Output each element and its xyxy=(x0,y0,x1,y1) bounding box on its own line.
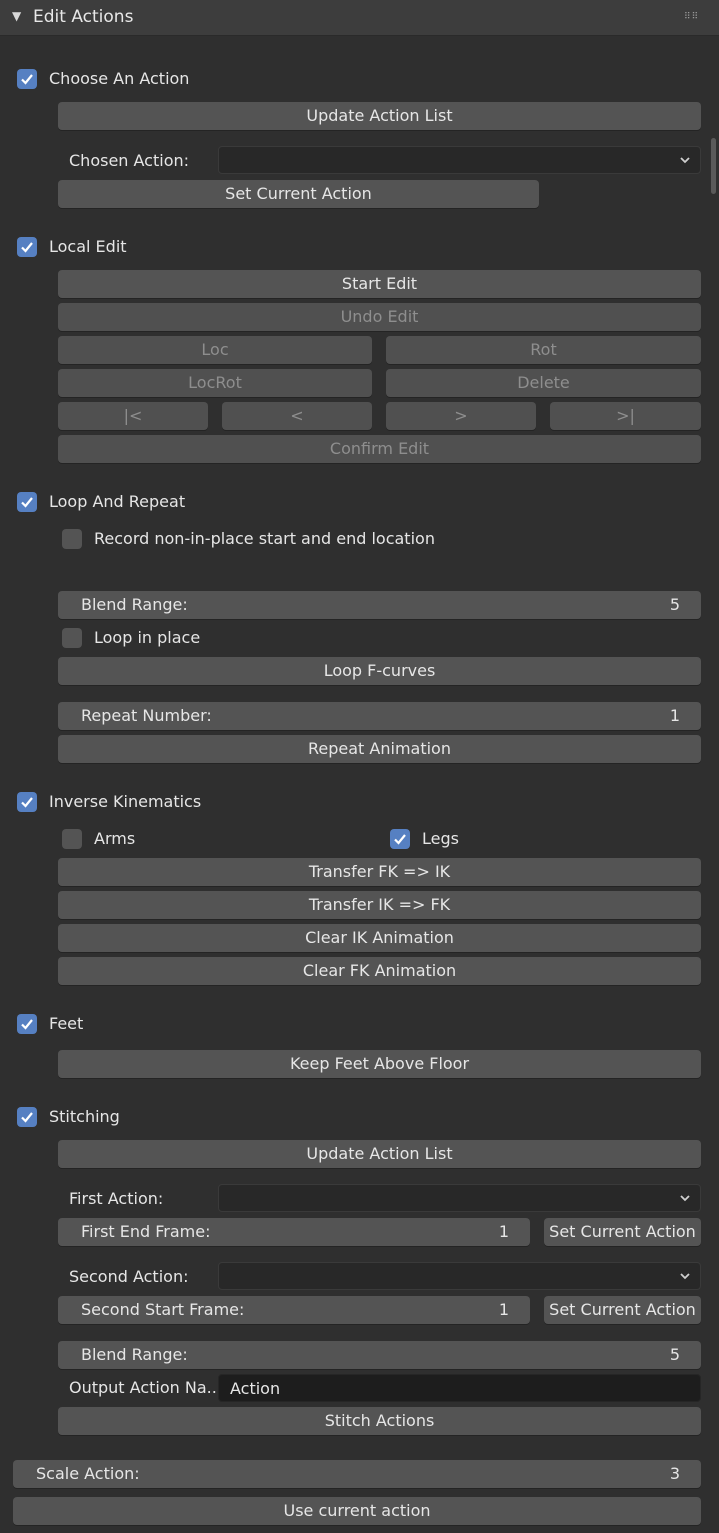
drag-grip-icon[interactable]: ⠿⠿ xyxy=(684,12,699,22)
loop-fcurves-button[interactable]: Loop F-curves xyxy=(58,657,701,685)
choose-action-label: Choose An Action xyxy=(49,69,190,88)
checkmark-icon xyxy=(21,1019,33,1030)
start-edit-button[interactable]: Start Edit xyxy=(58,270,701,298)
panel-title: Edit Actions xyxy=(33,7,134,27)
rot-button[interactable]: Rot xyxy=(386,336,701,364)
next-frame-button[interactable]: > xyxy=(386,402,536,430)
second-start-frame-value: 1 xyxy=(498,1300,509,1319)
use-current-action-button[interactable]: Use current action xyxy=(13,1497,701,1525)
scale-action-label: Scale Action: xyxy=(36,1464,140,1483)
blend-range-value: 5 xyxy=(669,595,680,614)
panel-header[interactable]: ▼ Edit Actions ⠿⠿ xyxy=(0,0,719,36)
locrot-button[interactable]: LocRot xyxy=(58,369,372,397)
loop-repeat-label: Loop And Repeat xyxy=(49,492,186,511)
ik-label: Inverse Kinematics xyxy=(49,792,202,811)
confirm-edit-button[interactable]: Confirm Edit xyxy=(58,435,701,463)
stitch-blend-range-field[interactable]: Blend Range: 5 xyxy=(58,1341,701,1369)
chevron-down-icon xyxy=(680,1195,690,1202)
second-start-frame-label: Second Start Frame: xyxy=(81,1300,245,1319)
ik-checkbox[interactable] xyxy=(17,792,37,812)
set-first-current-action-button[interactable]: Set Current Action xyxy=(544,1218,701,1246)
checkmark-icon xyxy=(21,242,33,253)
stitch-blend-range-label: Blend Range: xyxy=(81,1345,188,1364)
local-edit-label: Local Edit xyxy=(49,237,127,256)
checkmark-icon xyxy=(21,497,33,508)
second-action-select[interactable] xyxy=(218,1262,701,1290)
checkmark-icon xyxy=(21,1112,33,1123)
arms-checkbox[interactable] xyxy=(62,829,82,849)
checkmark-icon xyxy=(21,74,33,85)
scrollbar-thumb[interactable] xyxy=(711,138,716,194)
last-frame-button[interactable]: >| xyxy=(550,402,701,430)
transfer-fk-to-ik-button[interactable]: Transfer FK => IK xyxy=(58,858,701,886)
blend-range-field[interactable]: Blend Range: 5 xyxy=(58,591,701,619)
repeat-number-field[interactable]: Repeat Number: 1 xyxy=(58,702,701,730)
chosen-action-label: Chosen Action: xyxy=(69,151,190,170)
chosen-action-select[interactable] xyxy=(218,146,701,174)
undo-edit-button[interactable]: Undo Edit xyxy=(58,303,701,331)
set-second-current-action-button[interactable]: Set Current Action xyxy=(544,1296,701,1324)
update-action-list-button[interactable]: Update Action List xyxy=(58,102,701,130)
clear-fk-animation-button[interactable]: Clear FK Animation xyxy=(58,957,701,985)
checkmark-icon xyxy=(394,834,406,845)
repeat-number-label: Repeat Number: xyxy=(81,706,212,725)
loop-repeat-checkbox[interactable] xyxy=(17,492,37,512)
second-action-label: Second Action: xyxy=(69,1267,189,1286)
loop-in-place-checkbox[interactable] xyxy=(62,628,82,648)
local-edit-checkbox[interactable] xyxy=(17,237,37,257)
stitching-label: Stitching xyxy=(49,1107,120,1126)
legs-checkbox[interactable] xyxy=(390,829,410,849)
stitch-update-action-list-button[interactable]: Update Action List xyxy=(58,1140,701,1168)
arms-label: Arms xyxy=(94,829,136,848)
output-action-name-input[interactable]: Action xyxy=(218,1374,701,1402)
checkmark-icon xyxy=(21,797,33,808)
stitch-actions-button[interactable]: Stitch Actions xyxy=(58,1407,701,1435)
chevron-down-icon xyxy=(680,1273,690,1280)
record-location-label: Record non-in-place start and end locati… xyxy=(94,529,435,548)
stitching-checkbox[interactable] xyxy=(17,1107,37,1127)
first-frame-button[interactable]: |< xyxy=(58,402,208,430)
collapse-triangle-icon[interactable]: ▼ xyxy=(12,9,21,23)
stitch-blend-range-value: 5 xyxy=(669,1345,680,1364)
loc-button[interactable]: Loc xyxy=(58,336,372,364)
blend-range-label: Blend Range: xyxy=(81,595,188,614)
first-action-select[interactable] xyxy=(218,1184,701,1212)
choose-action-checkbox[interactable] xyxy=(17,69,37,89)
repeat-number-value: 1 xyxy=(669,706,680,725)
set-current-action-button[interactable]: Set Current Action xyxy=(58,180,539,208)
scale-action-value: 3 xyxy=(669,1464,680,1483)
second-start-frame-field[interactable]: Second Start Frame: 1 xyxy=(58,1296,530,1324)
scale-action-field[interactable]: Scale Action: 3 xyxy=(13,1460,701,1488)
record-location-checkbox[interactable] xyxy=(62,529,82,549)
first-end-frame-label: First End Frame: xyxy=(81,1222,211,1241)
keep-feet-above-floor-button[interactable]: Keep Feet Above Floor xyxy=(58,1050,701,1078)
first-end-frame-field[interactable]: First End Frame: 1 xyxy=(58,1218,530,1246)
repeat-animation-button[interactable]: Repeat Animation xyxy=(58,735,701,763)
loop-in-place-label: Loop in place xyxy=(94,628,201,647)
prev-frame-button[interactable]: < xyxy=(222,402,372,430)
transfer-ik-to-fk-button[interactable]: Transfer IK => FK xyxy=(58,891,701,919)
chevron-down-icon xyxy=(680,157,690,164)
legs-label: Legs xyxy=(422,829,459,848)
output-action-name-label: Output Action Na.. xyxy=(69,1378,217,1397)
feet-label: Feet xyxy=(49,1014,84,1033)
clear-ik-animation-button[interactable]: Clear IK Animation xyxy=(58,924,701,952)
first-action-label: First Action: xyxy=(69,1189,164,1208)
feet-checkbox[interactable] xyxy=(17,1014,37,1034)
delete-button[interactable]: Delete xyxy=(386,369,701,397)
first-end-frame-value: 1 xyxy=(498,1222,509,1241)
